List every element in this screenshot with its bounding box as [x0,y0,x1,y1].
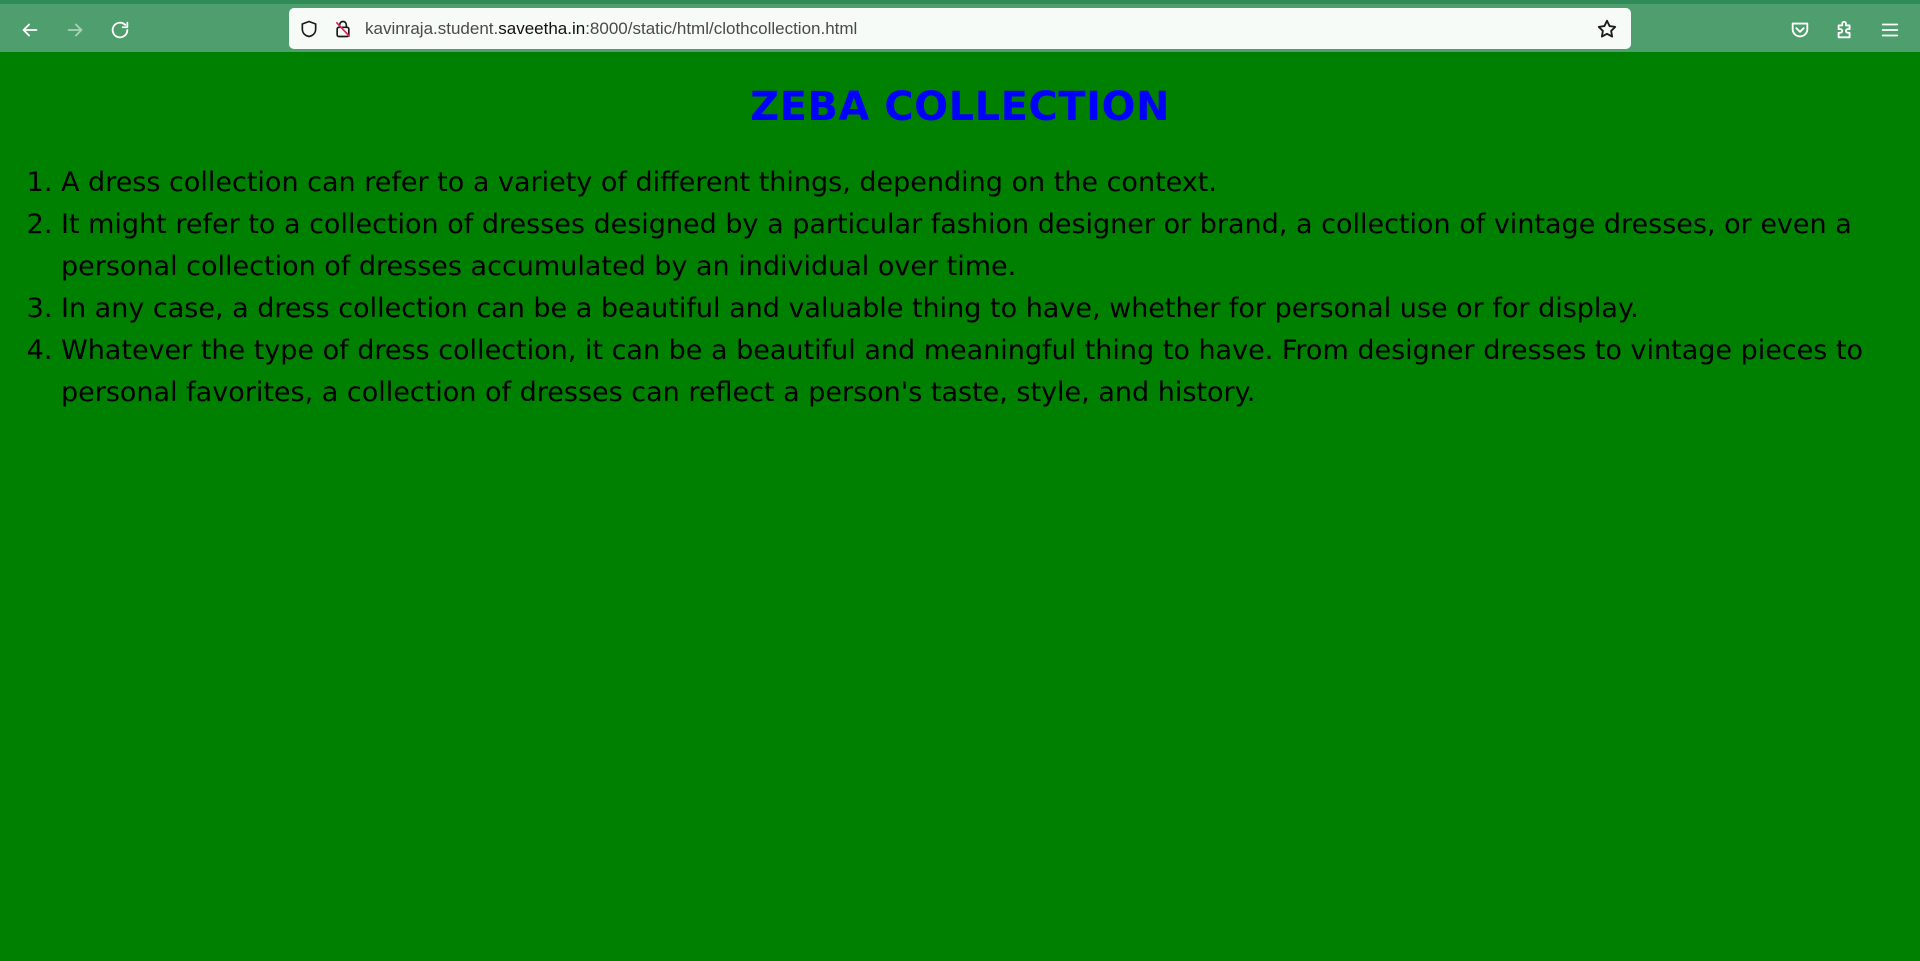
forward-arrow-icon [67,23,83,37]
back-arrow-icon [22,23,38,37]
page-title: ZEBA COLLECTION [750,84,1170,130]
back-button[interactable] [14,14,46,46]
pocket-button[interactable] [1784,14,1816,46]
bookmark-button[interactable] [1595,17,1619,41]
description-list: A dress collection can refer to a variet… [20,162,1910,414]
tracking-protection-button[interactable] [297,17,321,41]
url-prefix: kavinraja.student. [365,19,499,38]
reload-icon [111,21,129,39]
reload-button[interactable] [104,14,136,46]
list-item: In any case, a dress collection can be a… [61,288,1910,330]
star-icon [1597,19,1617,38]
list-item: Whatever the type of dress collection, i… [61,330,1910,414]
forward-button[interactable] [59,14,91,46]
page-content: ZEBA COLLECTION A dress collection can r… [0,52,1920,961]
url-bar[interactable]: kavinraja.student.saveetha.in:8000/stati… [289,8,1631,49]
url-suffix: :8000/static/html/clothcollection.html [585,19,858,38]
insecure-lock-icon [335,20,351,38]
hamburger-menu-icon [1881,23,1899,37]
url-host: saveetha.in [498,19,586,38]
extensions-button[interactable] [1829,14,1861,46]
browser-toolbar: kavinraja.student.saveetha.in:8000/stati… [0,0,1920,52]
app-menu-button[interactable] [1874,14,1906,46]
list-item: It might refer to a collection of dresse… [61,204,1910,288]
url-text[interactable]: kavinraja.student.saveetha.in:8000/stati… [365,8,857,49]
site-info-button[interactable] [331,17,355,41]
puzzle-icon [1837,20,1851,39]
list-item: A dress collection can refer to a variet… [61,162,1910,204]
shield-icon [301,20,317,38]
pocket-icon [1791,22,1809,38]
